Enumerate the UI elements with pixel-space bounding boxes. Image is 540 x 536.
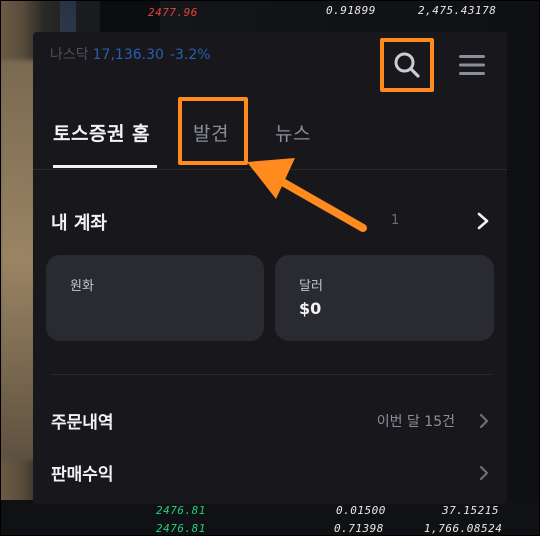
ticker-value: 1,766.08524 (424, 522, 503, 535)
my-account-title: 내 계좌 (51, 213, 107, 234)
krw-balance-card[interactable]: 원화 (46, 255, 264, 341)
index-change: -3.2% (169, 47, 211, 63)
tabs-divider (33, 169, 507, 170)
order-history-summary: 이번 달 15건 (376, 414, 455, 430)
main-tabs: 토스증권 홈 발견 뉴스 (33, 107, 507, 169)
index-value: 17,136.30 (92, 47, 164, 63)
ticker-value: 0.01500 (336, 504, 386, 517)
index-name: 나스닥 (50, 47, 89, 63)
search-button[interactable] (380, 38, 434, 92)
ticker-value: 0.91899 (326, 4, 376, 17)
tab-home[interactable]: 토스증권 홈 (53, 119, 150, 146)
sales-profit-row[interactable]: 판매수익 (51, 460, 491, 486)
section-divider (51, 374, 491, 375)
ticker-value: 2476.81 (156, 504, 206, 517)
ticker-value: 37.15215 (442, 504, 499, 517)
search-icon (394, 52, 420, 78)
my-account-row[interactable]: 내 계좌 1 (51, 209, 491, 237)
background-light (0, 60, 36, 460)
chevron-right-icon (479, 465, 489, 481)
ticker-value: 2477.96 (148, 6, 198, 19)
ticker-value: 2,475.43178 (418, 4, 497, 17)
chevron-right-icon (479, 413, 489, 429)
active-tab-indicator (53, 165, 157, 168)
krw-label: 원화 (70, 279, 94, 294)
usd-balance-card[interactable]: 달러 $0 (275, 255, 494, 341)
top-bar: 나스닥 17,136.30 -3.2% (33, 32, 507, 92)
order-history-row[interactable]: 주문내역 이번 달 15건 (51, 408, 491, 434)
usd-label: 달러 (299, 279, 323, 294)
usd-amount: $0 (299, 299, 322, 318)
hamburger-menu-icon (459, 55, 485, 75)
order-history-title: 주문내역 (51, 413, 114, 433)
sales-profit-title: 판매수익 (51, 465, 114, 485)
discover-tab-highlight-box (178, 97, 248, 165)
ticker-value: 0.71398 (334, 522, 384, 535)
chevron-right-icon (477, 212, 489, 230)
ticker-value: 2476.81 (156, 522, 206, 535)
menu-button[interactable] (457, 50, 487, 80)
tab-news[interactable]: 뉴스 (275, 119, 311, 146)
index-ticker[interactable]: 나스닥 17,136.30 -3.2% (50, 44, 211, 64)
account-count: 1 (391, 213, 400, 228)
toss-securities-app-panel: 나스닥17,136.30 -3.2% 토스증권 홈 발견 뉴스 내 계좌 1 (33, 32, 507, 504)
